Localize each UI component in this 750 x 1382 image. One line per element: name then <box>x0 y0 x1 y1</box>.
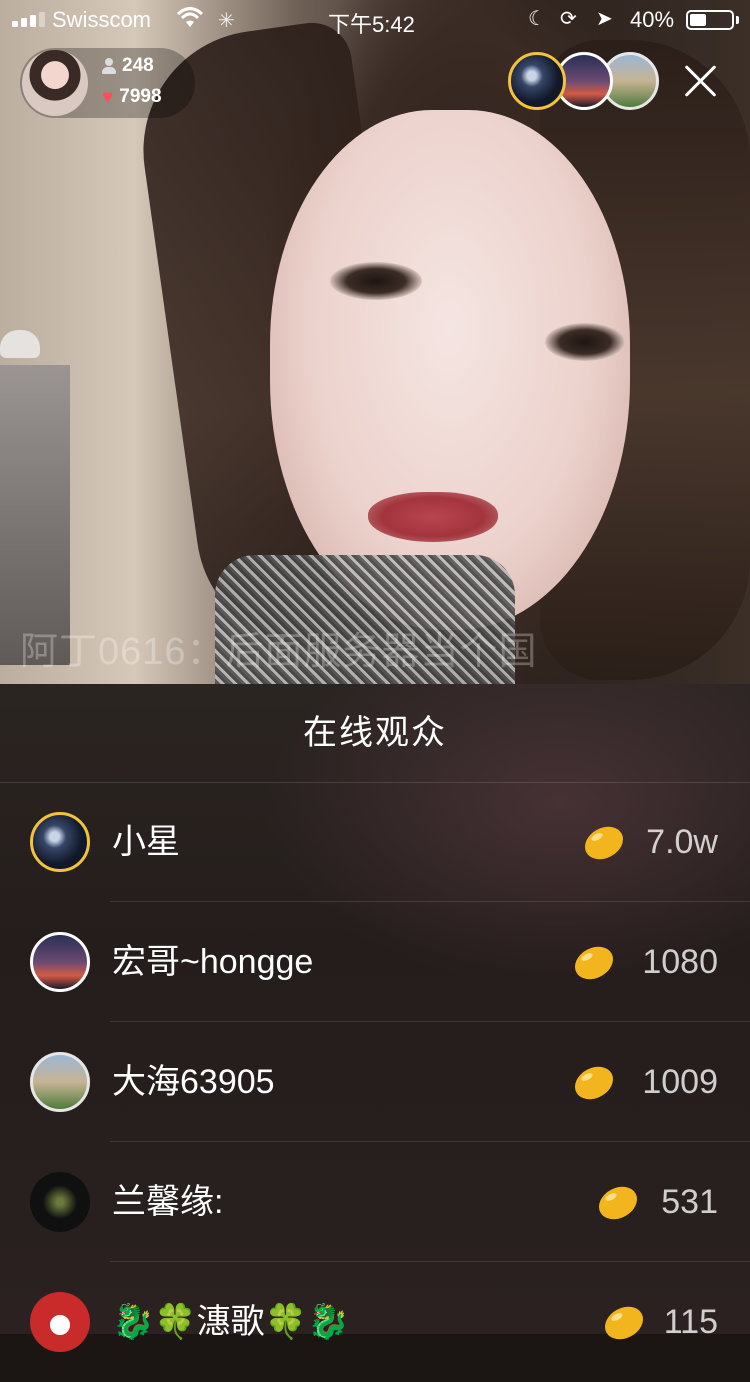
list-item[interactable]: 大海63905 1009 <box>0 1022 750 1142</box>
like-count: ♥ 7998 <box>102 86 162 108</box>
loading-icon: ✳ <box>218 10 235 32</box>
viewer-avatar[interactable] <box>30 1172 90 1232</box>
viewer-avatar[interactable] <box>30 1052 90 1112</box>
viewer-name: 🐉🍀潓歌🍀🐉 <box>112 1303 350 1341</box>
chat-comment: 阿丁0616：后面服务器当个国 <box>20 631 538 673</box>
viewer-amount: 531 <box>661 1183 718 1221</box>
host-info[interactable]: 248 ♥ 7998 <box>20 48 195 118</box>
bean-icon <box>574 1066 614 1100</box>
lips <box>368 492 498 542</box>
carrier-name: Swisscom <box>52 7 152 32</box>
like-count-value: 7998 <box>119 86 162 107</box>
viewer-avatar[interactable] <box>30 932 90 992</box>
location-arrow-icon: ➤ <box>596 8 613 30</box>
viewer-amount: 7.0w <box>646 823 718 861</box>
heart-icon: ♥ <box>102 86 114 108</box>
list-item[interactable]: 🐉🍀潓歌🍀🐉 115 <box>0 1262 750 1382</box>
left-eye <box>330 262 422 300</box>
battery-percent: 40% <box>630 7 675 32</box>
host-avatar[interactable] <box>22 50 88 116</box>
viewer-name: 兰馨缘: <box>112 1183 224 1221</box>
bean-icon <box>604 1306 644 1340</box>
battery-icon <box>686 10 734 30</box>
list-item[interactable]: 兰馨缘: 531 <box>0 1142 750 1262</box>
panel-title: 在线观众 <box>0 684 750 783</box>
clock: 下午5:42 <box>328 12 415 37</box>
bean-icon <box>584 826 624 860</box>
background-lamp <box>0 330 40 358</box>
bean-icon <box>574 946 614 980</box>
bean-icon <box>598 1186 638 1220</box>
person-icon <box>102 58 116 74</box>
orientation-lock-icon: ⟳ <box>560 8 577 30</box>
list-item[interactable]: 小星 7.0w <box>0 782 750 902</box>
viewer-avatar[interactable] <box>30 812 90 872</box>
viewer-avatar[interactable] <box>30 1292 90 1352</box>
streamer-face <box>270 110 630 630</box>
close-icon[interactable] <box>678 58 724 104</box>
viewer-count: 248 <box>102 55 154 77</box>
battery-tip <box>736 16 739 24</box>
status-bar: Swisscom ✳ 下午5:42 ☾ ⟳ ➤ 40% <box>0 0 750 40</box>
right-eye <box>545 323 625 361</box>
viewer-name: 大海63905 <box>112 1063 275 1101</box>
viewer-name: 小星 <box>112 823 180 861</box>
list-item[interactable]: 宏哥~hongge 1080 <box>0 902 750 1022</box>
moon-icon: ☾ <box>528 8 546 30</box>
viewer-count-value: 248 <box>122 55 154 76</box>
viewer-name: 宏哥~hongge <box>112 943 314 981</box>
audience-panel: 在线观众 小星 7.0w 宏哥~hongge 1080 大海63905 1009… <box>0 684 750 1352</box>
viewer-amount: 1009 <box>642 1063 718 1101</box>
viewer-amount: 1080 <box>642 943 718 981</box>
wifi-icon <box>176 7 204 27</box>
top-viewer-avatar-1[interactable] <box>508 52 566 110</box>
signal-icon <box>12 12 45 27</box>
viewer-amount: 115 <box>663 1303 718 1341</box>
